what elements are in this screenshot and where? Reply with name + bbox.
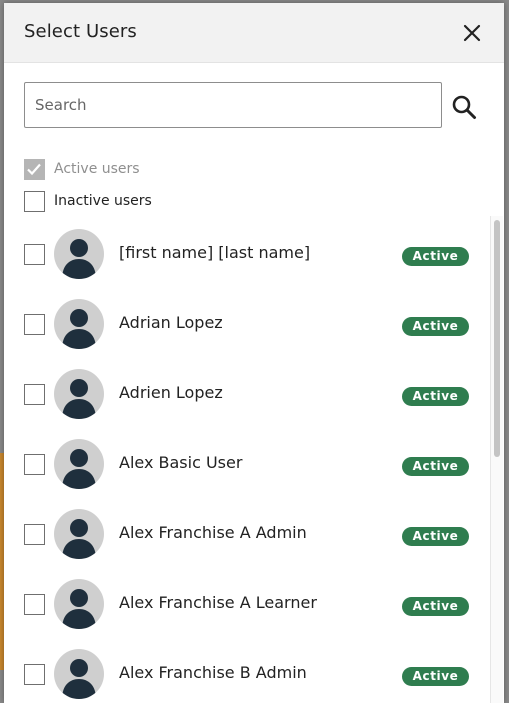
avatar [54,229,104,279]
status-badge: Active [402,317,469,336]
user-checkbox[interactable] [24,664,45,685]
user-checkbox[interactable] [24,594,45,615]
user-name: Alex Franchise B Admin [119,663,307,682]
list-item[interactable]: Adrien Lopez Active [4,359,484,429]
inactive-users-label: Inactive users [54,193,152,209]
user-name: Alex Basic User [119,453,243,472]
scrollbar-thumb[interactable] [494,220,500,457]
user-checkbox[interactable] [24,314,45,335]
user-avatar-icon [62,239,96,279]
modal-header: Select Users [4,3,504,63]
user-name: Alex Franchise A Admin [119,523,307,542]
user-checkbox[interactable] [24,384,45,405]
list-item[interactable]: Alex Franchise B Admin Active [4,639,484,703]
status-badge: Active [402,387,469,406]
user-name: Adrien Lopez [119,383,223,402]
search-input[interactable] [25,83,441,127]
list-item[interactable]: Alex Franchise A Admin Active [4,499,484,569]
user-avatar-icon [62,659,96,699]
active-users-checkbox[interactable] [24,159,45,180]
list-item[interactable]: [first name] [last name] Active [4,219,484,289]
status-badge: Active [402,457,469,476]
avatar [54,299,104,349]
user-name: [first name] [last name] [119,243,311,262]
user-avatar-icon [62,449,96,489]
close-icon [463,24,481,42]
list-item[interactable]: Alex Basic User Active [4,429,484,499]
user-avatar-icon [62,519,96,559]
list-scrollbar[interactable] [490,216,503,703]
inactive-users-checkbox[interactable] [24,191,45,212]
close-button[interactable] [460,21,484,45]
avatar [54,509,104,559]
user-name: Adrian Lopez [119,313,223,332]
avatar [54,439,104,489]
modal-title: Select Users [24,21,137,42]
user-avatar-icon [62,589,96,629]
search-icon [452,95,476,119]
avatar [54,649,104,699]
list-item[interactable]: Alex Franchise A Learner Active [4,569,484,639]
active-users-label: Active users [54,161,140,177]
user-checkbox[interactable] [24,524,45,545]
user-checkbox[interactable] [24,244,45,265]
avatar [54,579,104,629]
status-badge: Active [402,247,469,266]
avatar [54,369,104,419]
user-avatar-icon [62,379,96,419]
user-checkbox[interactable] [24,454,45,475]
select-users-modal: Select Users Active users Inactive users [4,3,504,703]
user-name: Alex Franchise A Learner [119,593,317,612]
checkmark-icon [27,163,41,176]
status-badge: Active [402,597,469,616]
user-list: [first name] [last name] Active Adrian L… [4,219,504,703]
search-button[interactable] [451,94,477,120]
status-badge: Active [402,527,469,546]
search-box [24,82,442,128]
list-item[interactable]: Adrian Lopez Active [4,289,484,359]
user-avatar-icon [62,309,96,349]
